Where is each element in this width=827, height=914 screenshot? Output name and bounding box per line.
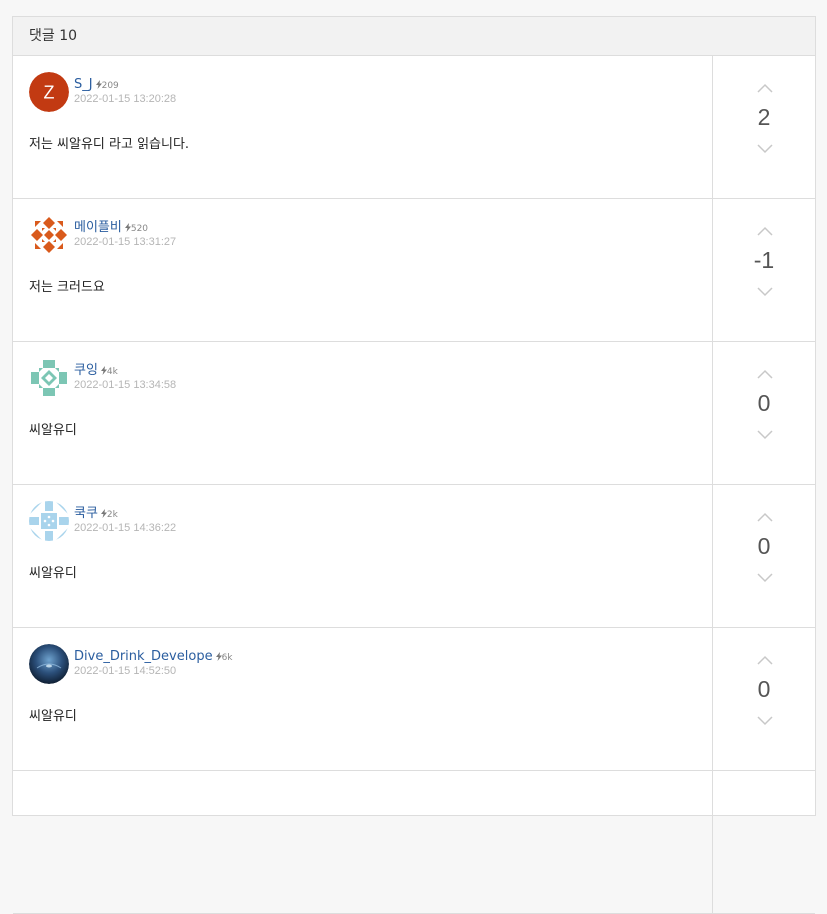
comment-text: 씨알유디 [29,709,77,724]
chevron-up-icon[interactable] [757,512,773,522]
chevron-down-icon[interactable] [757,144,773,154]
reputation: 4k [100,366,118,377]
chevron-up-icon[interactable] [757,83,773,93]
chevron-up-icon[interactable] [757,226,773,236]
vote-count: 0 [757,390,771,416]
author-line: 쿠잉 4k [74,359,118,378]
vote-box: 0 [713,342,815,484]
avatar[interactable] [29,215,69,255]
chevron-up-icon[interactable] [757,369,773,379]
vote-count: 0 [757,676,771,702]
author-name[interactable]: S_J [74,77,93,92]
comment-item: 쿠잉 4k 2022-01-15 13:34:58 씨알유디 0 [13,342,815,485]
author-line: S_J 209 [74,73,119,92]
comment-text: 저는 씨알유디 라고 읽습니다. [29,137,190,152]
timestamp: 2022-01-15 13:34:58 [74,379,177,391]
author-line: 쿡쿠 2k [74,502,118,521]
reputation-value: 520 [130,224,149,234]
comment-body: Dive_Drink_Develope 6k 2022-01-15 14:52:5… [13,628,713,770]
author-line: Dive_Drink_Develope 6k [74,645,233,664]
comment-item: Dive_Drink_Develope 6k 2022-01-15 14:52:5… [13,628,815,771]
vote-box: -1 [713,199,815,341]
comment-item: Z S_J 209 2022-01-15 13:20:28 저는 씨알유디 라고 … [13,56,815,199]
reputation-value: 2k [106,510,118,520]
reputation-value: 6k [221,653,233,663]
vote-count: -1 [753,247,775,273]
vote-box: 0 [713,628,815,770]
reputation: 520 [124,223,149,234]
comment-body [13,771,713,913]
reputation-value: 4k [106,367,118,377]
comment-text: 씨알유디 [29,423,77,438]
comment-text: 씨알유디 [29,566,77,581]
comment-body: 쿡쿠 2k 2022-01-15 14:36:22 씨알유디 [13,485,713,627]
reputation: 6k [215,652,233,663]
author-name[interactable]: 메이플비 [74,220,122,235]
reputation-value: 209 [101,81,119,91]
vote-box: 2 [713,56,815,198]
comment-item [13,771,815,914]
avatar-letter: Z [44,83,55,103]
author-name[interactable]: 쿠잉 [74,363,98,378]
chevron-down-icon[interactable] [757,573,773,583]
comment-body: 쿠잉 4k 2022-01-15 13:34:58 씨알유디 [13,342,713,484]
timestamp: 2022-01-15 13:20:28 [74,93,177,105]
comments-header: 댓글 10 [13,17,815,56]
comment-body: Z S_J 209 2022-01-15 13:20:28 저는 씨알유디 라고 … [13,56,713,198]
comments-panel: 댓글 10 Z S_J 209 2022-01-15 13:20:28 저는 씨알… [12,16,816,914]
author-name[interactable]: Dive_Drink_Develope [74,649,213,664]
reputation: 209 [95,80,119,91]
avatar[interactable] [29,501,69,541]
chevron-down-icon[interactable] [757,430,773,440]
chevron-down-icon[interactable] [757,287,773,297]
avatar[interactable]: Z [29,72,69,112]
vote-box: 0 [713,485,815,627]
author-line: 메이플비 520 [74,216,149,235]
vote-count: 0 [757,533,771,559]
comment-body: 메이플비 520 2022-01-15 13:31:27 저는 크러드요 [13,199,713,341]
timestamp: 2022-01-15 14:52:50 [74,665,177,677]
author-name[interactable]: 쿡쿠 [74,506,98,521]
comment-item: 쿡쿠 2k 2022-01-15 14:36:22 씨알유디 0 [13,485,815,628]
avatar[interactable] [29,644,69,684]
timestamp: 2022-01-15 14:36:22 [74,522,177,534]
avatar[interactable] [29,358,69,398]
reputation: 2k [100,509,118,520]
chevron-down-icon[interactable] [757,716,773,726]
comment-item: 메이플비 520 2022-01-15 13:31:27 저는 크러드요 -1 [13,199,815,342]
timestamp: 2022-01-15 13:31:27 [74,236,177,248]
vote-count: 2 [757,104,771,130]
chevron-up-icon[interactable] [757,655,773,665]
comment-text: 저는 크러드요 [29,280,105,295]
